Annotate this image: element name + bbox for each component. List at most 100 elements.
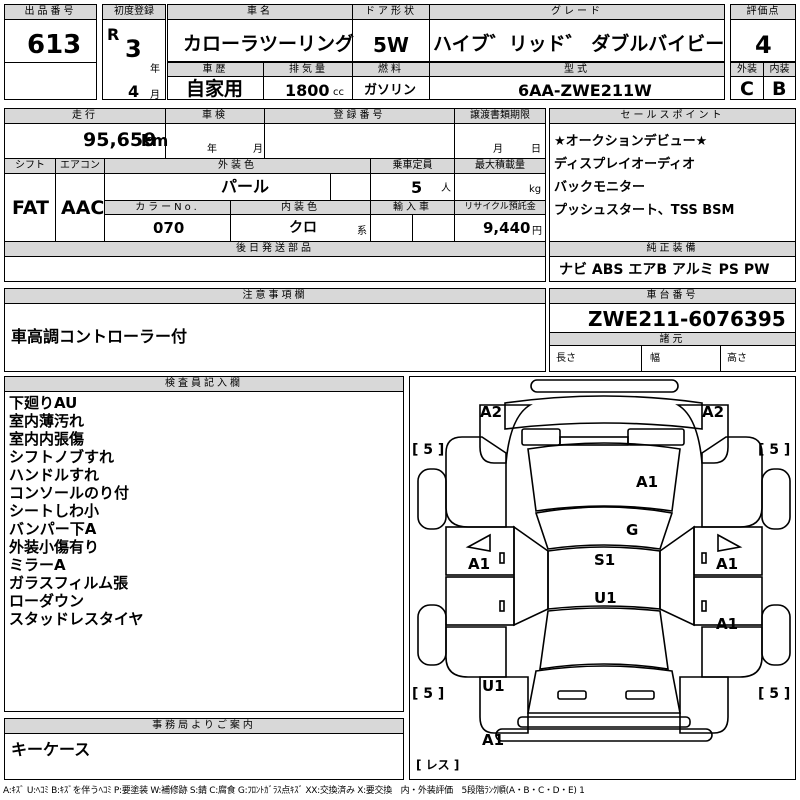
grade: ハイブ゛リッド゛ ダブルバイビー <box>433 33 725 55</box>
damage-mark-front-left: A2 <box>480 403 503 421</box>
transfer-month-unit: 月 <box>493 144 503 155</box>
capacity: 5 <box>411 178 423 197</box>
damage-mark-rear-seat: U1 <box>594 589 617 607</box>
max-load-unit: kg <box>529 184 542 195</box>
inspector-note-line: ガラスフィルム張 <box>9 574 129 592</box>
color-number-label: カラーNo. <box>105 201 230 215</box>
interior-color-label: 内装色 <box>231 201 370 215</box>
exterior-grade: C <box>740 78 754 100</box>
recycle-fee-label: リサイクル預託金 <box>455 201 545 215</box>
history-label: 車歴 <box>168 63 263 77</box>
inspector-note-line: ミラーA <box>9 556 66 574</box>
exterior-color-label: 外装色 <box>105 159 370 174</box>
inspector-note-line: 下廻りAU <box>9 394 78 412</box>
later-parts-label: 後日発送部品 <box>5 242 545 257</box>
chassis-label: 車台番号 <box>550 289 795 304</box>
capacity-unit: 人 <box>441 183 451 194</box>
sales-points-box: セールスポイント ★オークションデビュー★ ディスプレイオーディオ バックモニタ… <box>549 108 796 282</box>
model-label: 型式 <box>430 63 724 77</box>
inspector-note-line: スタッドレスタイヤ <box>9 610 144 628</box>
car-info-box: 車名 ドア形状 グレード カローラツーリング 5W ハイブ゛リッド゛ ダブルバイ… <box>167 4 725 62</box>
notes-text: 車高調コントローラー付 <box>11 327 188 346</box>
damage-mark-windshield: G <box>626 521 639 539</box>
car-name-label: 車名 <box>168 5 352 20</box>
sales-point-item: ★オークションデビュー★ <box>554 134 708 149</box>
lot-number-label: 出品番号 <box>5 5 96 20</box>
car-name: カローラツーリング <box>183 33 355 55</box>
mileage-label: 走行 <box>5 109 165 124</box>
score-box: 評価点 4 <box>730 4 796 62</box>
office-notice-text: キーケース <box>11 740 91 759</box>
model-code: 6AA-ZWE211W <box>518 81 652 100</box>
exterior-color: パール <box>221 177 270 196</box>
damage-mark-right-rear-door: A1 <box>716 615 739 633</box>
registration-month: 4 <box>128 82 140 101</box>
ac-label: エアコン <box>56 159 104 174</box>
color-number: 070 <box>153 219 185 237</box>
inspector-note-line: ハンドルすれ <box>9 466 100 484</box>
tire-tread-rear-left: [ 5 ] <box>412 686 445 702</box>
damage-diagram: A2 A2 A1 G A1 A1 A1 S1 U1 U1 A1 [ 5 ] [ … <box>409 376 796 780</box>
import-label: 輸入車 <box>371 201 454 215</box>
month-unit: 月 <box>150 90 160 101</box>
ac-type: AAC <box>61 197 105 219</box>
inspection-year-unit: 年 <box>207 144 217 155</box>
inspector-note-line: コンソールのり付 <box>9 484 130 502</box>
damage-legend: A:ｷｽﾞ U:ﾍｺﾐ B:ｷｽﾞを伴うﾍｺﾐ P:要塗装 W:補修跡 S:錆 … <box>3 786 585 796</box>
first-registration-label: 初度登録 <box>103 5 165 20</box>
damage-mark-hood: A1 <box>636 473 659 491</box>
tire-tread-rear-right: [ 5 ] <box>758 686 791 702</box>
car-outline-diagram <box>417 379 791 742</box>
damage-mark-left-front-door: A1 <box>468 555 491 573</box>
inspector-notes-box: 検査員記入欄 下廻りAU 室内薄汚れ 室内内張傷 シフトノブすれ ハンドルすれ … <box>4 376 404 712</box>
mileage-unit: km <box>141 131 169 150</box>
year-unit: 年 <box>150 64 160 75</box>
capacity-label: 乗車定員 <box>371 159 454 174</box>
lot-number-box: 出品番号 613 <box>4 4 97 100</box>
fuel-type: ガソリン <box>364 83 417 98</box>
equipment-label: 純正装備 <box>550 242 795 257</box>
chassis-box: 車台番号 ZWE211-6076395 諸元 長さ 幅 高さ <box>549 288 796 372</box>
chassis-number: ZWE211-6076395 <box>588 307 786 331</box>
inspector-notes-label: 検査員記入欄 <box>5 377 403 392</box>
registration-year: 3 <box>125 35 142 63</box>
sales-point-item: ディスプレイオーディオ <box>554 157 696 172</box>
condition-grade-box: 外装 内装 C B <box>730 62 796 100</box>
max-load-label: 最大積載量 <box>455 159 545 174</box>
sales-point-item: プッシュスタート、TSS BSM <box>554 203 735 218</box>
first-registration-box: 初度登録 R 3 年 4 月 <box>102 4 166 101</box>
overall-score: 4 <box>755 31 772 59</box>
exterior-label: 外装 <box>731 63 763 77</box>
fuel-label: 燃料 <box>353 63 429 77</box>
inspector-note-line: 外装小傷有り <box>9 538 100 556</box>
inspector-note-line: バンパー下A <box>9 520 97 538</box>
shift-type: FAT <box>12 197 49 219</box>
displacement: 1800 <box>285 81 330 100</box>
equipment-list: ナビ ABS エアB アルミ PS PW <box>559 262 770 278</box>
recycle-fee: 9,440 <box>483 219 531 237</box>
lot-number: 613 <box>27 30 82 60</box>
car-detail-box: 車歴 排気量 燃料 型式 自家用 1800 cc ガソリン 6AA-ZWE211… <box>167 62 725 100</box>
door-type-label: ドア形状 <box>353 5 429 20</box>
inspector-note-line: シートしわ小 <box>9 502 100 520</box>
damage-mark-rear-bumper: A1 <box>482 731 505 749</box>
inspection-month-unit: 月 <box>253 144 263 155</box>
inspection-label: 車検 <box>166 109 264 124</box>
era: R <box>107 25 120 44</box>
width-label: 幅 <box>650 353 660 364</box>
notes-box: 注意事項欄 車高調コントローラー付 <box>4 288 546 372</box>
specs-label: 諸元 <box>550 333 795 346</box>
damage-mark-rear-left: U1 <box>482 677 505 695</box>
interior-label: 内装 <box>764 63 795 77</box>
displacement-label: 排気量 <box>264 63 353 77</box>
office-notice-box: 事務局よりご案内 キーケース <box>4 718 404 780</box>
interior-color-unit: 系 <box>357 226 367 237</box>
inspector-note-line: ローダウン <box>9 592 85 610</box>
grade-label: グレード <box>430 5 724 20</box>
office-notice-label: 事務局よりご案内 <box>5 719 403 734</box>
height-label: 高さ <box>727 353 747 364</box>
door-type: 5W <box>373 33 409 57</box>
recycle-fee-unit: 円 <box>532 226 542 237</box>
displacement-unit: cc <box>333 87 344 98</box>
plate-label: 登録番号 <box>265 109 454 124</box>
